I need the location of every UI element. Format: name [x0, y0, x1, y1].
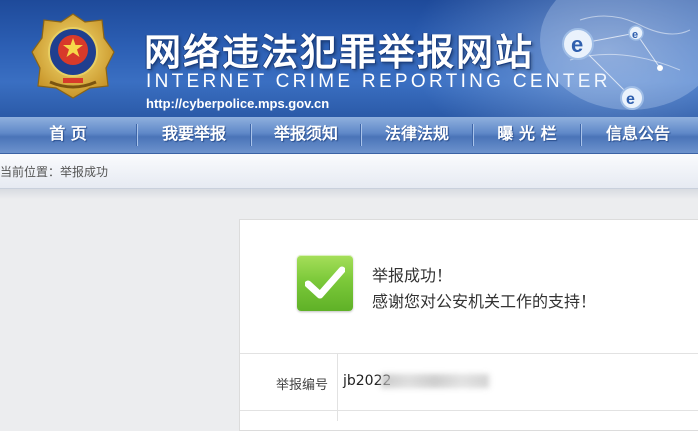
- divider: [240, 353, 698, 354]
- nav-item-laws[interactable]: 法律法规: [362, 117, 472, 153]
- globe-network-icon: e e e: [540, 0, 698, 110]
- nav-item-announcements[interactable]: 信息公告: [582, 117, 694, 153]
- nav-item-notice[interactable]: 举报须知: [252, 117, 360, 153]
- result-panel: [239, 219, 698, 431]
- main-nav: 首 页 我要举报 举报须知 法律法规 曝 光 栏 信息公告: [0, 117, 698, 154]
- success-title: 举报成功！: [372, 266, 453, 285]
- svg-text:e: e: [626, 91, 635, 108]
- success-check-icon: [297, 255, 353, 311]
- report-number-label: 举报编号: [276, 378, 329, 393]
- svg-text:e: e: [571, 32, 583, 57]
- success-thanks: 感谢您对公安机关工作的支持！: [372, 292, 597, 311]
- breadcrumb: 当前位置：举报成功: [0, 165, 109, 179]
- breadcrumb-shadow: [0, 189, 698, 199]
- breadcrumb-bar: 当前位置：举报成功: [0, 154, 698, 189]
- nav-item-report[interactable]: 我要举报: [138, 117, 250, 153]
- police-emblem-icon: [31, 13, 115, 99]
- nav-item-exposure[interactable]: 曝 光 栏: [474, 117, 580, 153]
- divider: [240, 410, 698, 411]
- site-url: http://cyberpolice.mps.gov.cn: [146, 96, 330, 111]
- site-title-cn: 网络违法犯罪举报网站: [144, 31, 534, 74]
- nav-item-home[interactable]: 首 页: [0, 117, 136, 153]
- redacted-value: [381, 374, 489, 388]
- svg-text:e: e: [632, 29, 638, 41]
- header-banner: 网络违法犯罪举报网站 INTERNET CRIME REPORTING CENT…: [0, 0, 698, 117]
